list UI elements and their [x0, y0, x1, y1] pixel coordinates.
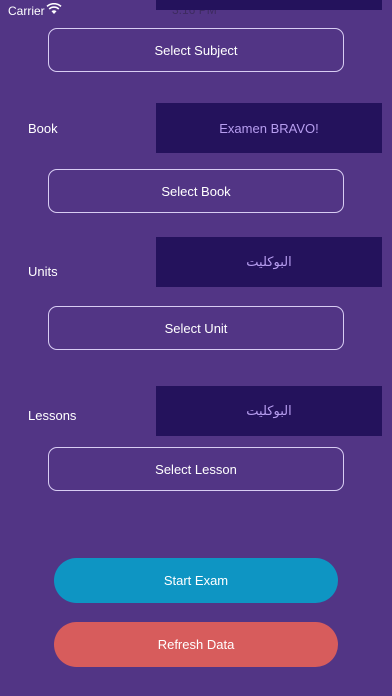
- book-label: Book: [28, 121, 58, 136]
- start-exam-button[interactable]: Start Exam: [54, 558, 338, 603]
- carrier-label: Carrier: [8, 4, 45, 18]
- refresh-data-button[interactable]: Refresh Data: [54, 622, 338, 667]
- select-book-button[interactable]: Select Book: [48, 169, 344, 213]
- wifi-icon: [46, 2, 62, 15]
- select-lesson-button[interactable]: Select Lesson: [48, 447, 344, 491]
- units-label: Units: [28, 264, 58, 279]
- lessons-label: Lessons: [28, 408, 77, 423]
- select-unit-button[interactable]: Select Unit: [48, 306, 344, 350]
- lessons-value-box: البوكليت: [156, 386, 382, 436]
- subject-value-box: [156, 0, 382, 10]
- book-value-box: Examen BRAVO!: [156, 103, 382, 153]
- select-subject-button[interactable]: Select Subject: [48, 28, 344, 72]
- units-value-box: البوكليت: [156, 237, 382, 287]
